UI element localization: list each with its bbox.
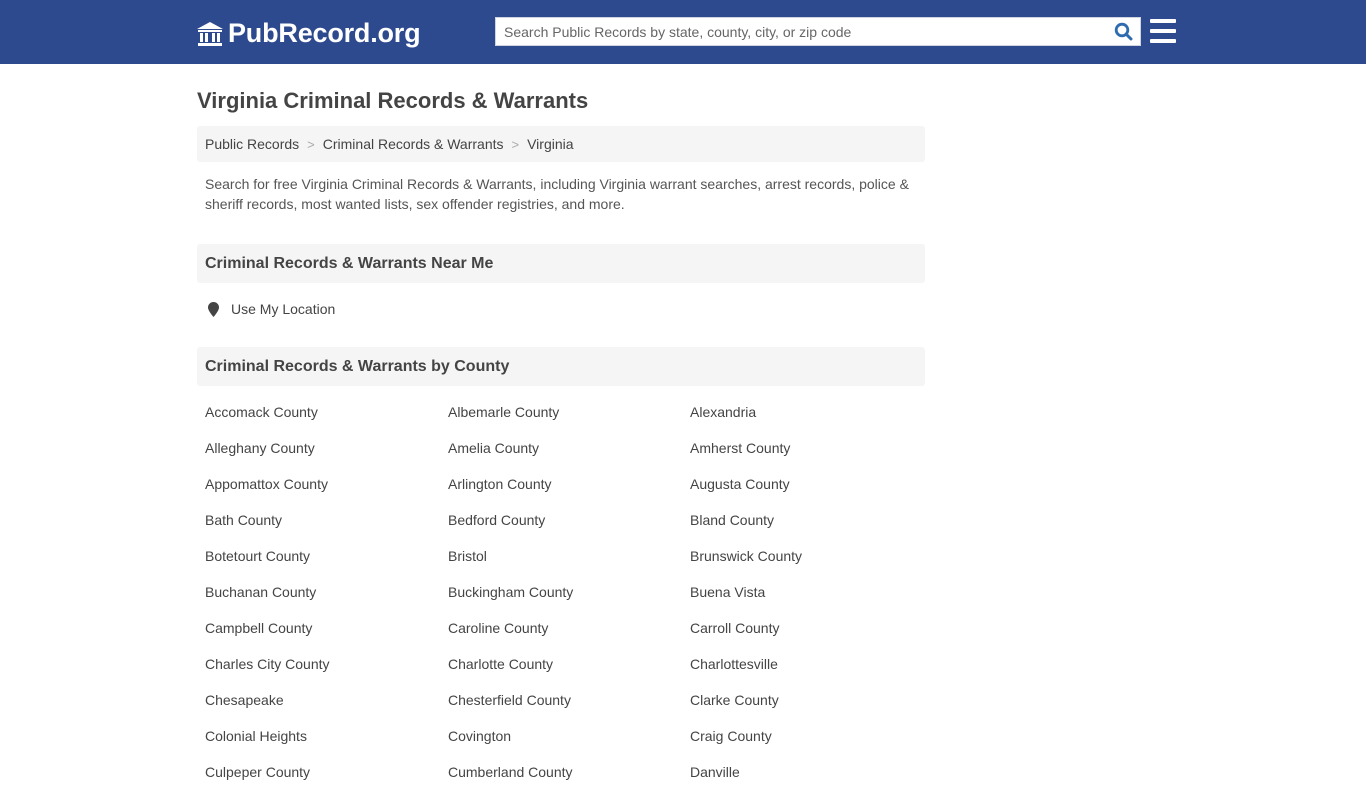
search-button[interactable]: [1106, 18, 1140, 45]
use-my-location-link[interactable]: Use My Location: [197, 283, 925, 335]
menu-bar: [1150, 19, 1176, 23]
county-link[interactable]: Cumberland County: [440, 762, 682, 798]
breadcrumb-separator: >: [511, 136, 520, 152]
county-link[interactable]: Charles City County: [197, 654, 440, 690]
county-link[interactable]: Carroll County: [682, 618, 925, 654]
county-link[interactable]: Clarke County: [682, 690, 925, 726]
page-title: Virginia Criminal Records & Warrants: [197, 88, 589, 113]
county-list: Accomack County Albemarle County Alexandri…: [197, 386, 925, 798]
county-link[interactable]: Chesapeake: [197, 690, 440, 726]
top-navigation-bar: PubRecord.org: [0, 0, 1366, 64]
county-link[interactable]: Alleghany County: [197, 438, 440, 474]
logo-text: PubRecord.org: [228, 18, 421, 48]
county-link[interactable]: Colonial Heights: [197, 726, 440, 762]
county-link[interactable]: Campbell County: [197, 618, 440, 654]
search-bar: [495, 17, 1141, 46]
county-link[interactable]: Bland County: [682, 510, 925, 546]
intro-text: Search for free Virginia Criminal Record…: [205, 176, 909, 212]
breadcrumb-criminal-records[interactable]: Criminal Records & Warrants: [323, 136, 504, 152]
county-link[interactable]: Covington: [440, 726, 682, 762]
county-link[interactable]: Danville: [682, 762, 925, 798]
menu-bar: [1150, 39, 1176, 43]
county-link[interactable]: Amherst County: [682, 438, 925, 474]
county-link[interactable]: Bath County: [197, 510, 440, 546]
county-link[interactable]: Augusta County: [682, 474, 925, 510]
breadcrumb-separator: >: [307, 136, 315, 152]
county-link[interactable]: Botetourt County: [197, 546, 440, 582]
breadcrumb-virginia[interactable]: Virginia: [527, 136, 573, 152]
main-content: Virginia Criminal Records & Warrants Pub…: [197, 64, 925, 798]
search-input[interactable]: [496, 18, 1106, 45]
county-link[interactable]: Appomattox County: [197, 474, 440, 510]
county-link[interactable]: Charlottesville: [682, 654, 925, 690]
near-me-heading: Criminal Records & Warrants Near Me: [197, 244, 925, 283]
county-link[interactable]: Bedford County: [440, 510, 682, 546]
county-link[interactable]: Brunswick County: [682, 546, 925, 582]
use-my-location-label: Use My Location: [231, 301, 336, 317]
hamburger-menu-button[interactable]: [1150, 19, 1176, 43]
menu-bar: [1150, 29, 1176, 33]
courthouse-icon: [197, 21, 223, 46]
search-icon: [1114, 22, 1132, 41]
county-link[interactable]: Culpeper County: [197, 762, 440, 798]
county-link[interactable]: Craig County: [682, 726, 925, 762]
county-link[interactable]: Arlington County: [440, 474, 682, 510]
county-link[interactable]: Charlotte County: [440, 654, 682, 690]
county-link[interactable]: Buckingham County: [440, 582, 682, 618]
county-link[interactable]: Bristol: [440, 546, 682, 582]
map-marker-icon: [208, 301, 219, 317]
county-link[interactable]: Alexandria: [682, 402, 925, 438]
breadcrumb-public-records[interactable]: Public Records: [205, 136, 299, 152]
county-link[interactable]: Buena Vista: [682, 582, 925, 618]
site-logo[interactable]: PubRecord.org: [196, 18, 421, 49]
county-link[interactable]: Caroline County: [440, 618, 682, 654]
county-link[interactable]: Chesterfield County: [440, 690, 682, 726]
county-link[interactable]: Amelia County: [440, 438, 682, 474]
breadcrumb: Public Records > Criminal Records & Warr…: [197, 126, 925, 162]
by-county-heading: Criminal Records & Warrants by County: [197, 347, 925, 386]
county-link[interactable]: Accomack County: [197, 402, 440, 438]
county-link[interactable]: Buchanan County: [197, 582, 440, 618]
county-link[interactable]: Albemarle County: [440, 402, 682, 438]
